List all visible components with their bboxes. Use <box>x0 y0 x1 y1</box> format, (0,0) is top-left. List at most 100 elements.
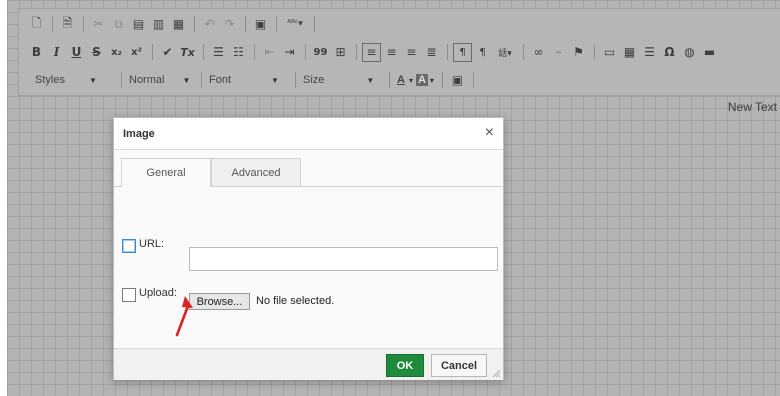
dialog-title: Image <box>123 127 155 140</box>
bold-button[interactable]: B <box>27 43 46 62</box>
red-arrow-annotation <box>175 296 193 337</box>
toolbar-separator <box>52 16 53 32</box>
left-margin <box>0 0 7 396</box>
justify-icon[interactable]: ≣ <box>422 43 441 62</box>
create-div-icon[interactable]: ⊞ <box>331 43 350 62</box>
redo-icon[interactable]: ↷ <box>220 15 239 34</box>
ok-button[interactable]: OK <box>386 354 424 377</box>
maximize-icon[interactable]: ▣ <box>448 71 467 90</box>
find-replace-icon[interactable]: ▣ <box>251 15 270 34</box>
upload-checkbox[interactable] <box>122 288 136 302</box>
editor-content-text: New Text <box>727 100 777 114</box>
horizontal-line-icon[interactable]: ☰ <box>640 43 659 62</box>
bg-color-button[interactable]: A ▾ <box>415 70 434 90</box>
toolbar-separator <box>194 16 195 32</box>
chevron-down-icon: ▾ <box>429 75 434 85</box>
outdent-icon[interactable]: ⇤ <box>260 43 279 62</box>
remove-format-button[interactable]: Tx <box>178 43 197 62</box>
toolbar-separator <box>356 44 357 60</box>
toolbar-separator <box>389 72 390 88</box>
copy-icon[interactable]: ⧉ <box>109 15 128 34</box>
cut-icon[interactable]: ✂ <box>89 15 108 34</box>
special-char-button[interactable]: Ω <box>660 43 679 62</box>
numbered-list-icon[interactable]: ☰ <box>209 43 228 62</box>
toolbar-separator <box>203 44 204 60</box>
toolbar-separator <box>121 72 122 88</box>
styles-dropdown[interactable]: Styles ▼ <box>33 70 113 90</box>
chevron-down-icon: ▾ <box>408 75 413 85</box>
resize-grip-icon[interactable] <box>491 368 501 378</box>
url-checkbox[interactable] <box>122 239 136 253</box>
superscript-button[interactable]: x² <box>127 43 146 62</box>
file-status-text: No file selected. <box>256 295 335 307</box>
dialog-footer: OK Cancel <box>114 348 503 380</box>
browse-button[interactable]: Browse... <box>189 293 250 310</box>
templates-icon[interactable]: 🗎 <box>58 15 77 34</box>
strikethrough-button[interactable]: S <box>87 43 106 62</box>
chevron-down-icon: ▼ <box>271 75 279 85</box>
toolbar-separator <box>83 16 84 32</box>
subscript-button[interactable]: x₂ <box>107 43 126 62</box>
image-dialog: Image × General Advanced URL: Upload: Br… <box>113 117 504 380</box>
bulleted-list-icon[interactable]: ☷ <box>229 43 248 62</box>
toolbar-separator <box>447 44 448 60</box>
dialog-body: General Advanced URL: Upload: Browse... … <box>114 150 503 348</box>
dialog-title-bar: Image × <box>114 118 503 150</box>
editor-toolbar: 🗋 🗎 ✂ ⧉ ▤ ▥ ▦ ↶ ↷ ▣ ᴬᴮᶜ▾ B I U S x₂ x² ✔… <box>18 8 780 96</box>
chevron-down-icon: ▼ <box>366 75 375 85</box>
format-dropdown[interactable]: Normal ▼ <box>127 70 193 90</box>
url-input[interactable] <box>189 247 498 271</box>
align-center-icon[interactable]: ≡ <box>382 43 401 62</box>
paste-text-icon[interactable]: ▥ <box>149 15 168 34</box>
text-rtl-icon[interactable]: ¶ <box>473 43 492 62</box>
align-left-icon[interactable]: ≡ <box>362 42 381 62</box>
toolbar-row-1: 🗋 🗎 ✂ ⧉ ▤ ▥ ▦ ↶ ↷ ▣ ᴬᴮᶜ▾ <box>27 13 320 35</box>
undo-icon[interactable]: ↶ <box>200 15 219 34</box>
toolbar-row-3: Styles ▼ Normal ▼ Font ▼ Size ▼ A ▾ A ▾ … <box>27 69 479 91</box>
table-icon[interactable]: ▦ <box>620 43 639 62</box>
toolbar-separator <box>594 44 595 60</box>
paste-word-icon[interactable]: ▦ <box>169 15 188 34</box>
iframe-globe-icon[interactable]: ◍ <box>680 43 699 62</box>
toolbar-separator <box>245 16 246 32</box>
language-icon[interactable]: 話▾ <box>493 43 517 62</box>
chevron-down-icon: ▼ <box>182 75 191 85</box>
toolbar-separator <box>152 44 153 60</box>
cancel-button[interactable]: Cancel <box>431 354 487 377</box>
toolbar-separator <box>523 44 524 60</box>
media-icon[interactable]: ▬ <box>700 43 719 62</box>
copy-format-icon[interactable]: ✔ <box>158 43 177 62</box>
toolbar-separator <box>441 72 443 88</box>
tab-general[interactable]: General <box>121 158 211 187</box>
tab-advanced[interactable]: Advanced <box>211 158 301 186</box>
toolbar-separator <box>201 72 202 88</box>
italic-button[interactable]: I <box>47 43 66 62</box>
paste-icon[interactable]: ▤ <box>129 15 148 34</box>
indent-icon[interactable]: ⇥ <box>280 43 299 62</box>
image-icon[interactable]: ▭ <box>600 43 619 62</box>
url-label: URL: <box>139 238 165 250</box>
toolbar-separator <box>305 44 306 60</box>
text-color-button[interactable]: A ▾ <box>395 70 413 90</box>
chevron-down-icon: ▼ <box>88 75 97 85</box>
new-document-icon[interactable]: 🗋 <box>27 15 46 34</box>
size-dropdown-label: Size <box>303 74 325 86</box>
dialog-tabs: General Advanced <box>121 158 301 187</box>
unlink-icon[interactable]: ⌁ <box>549 43 568 62</box>
toolbar-row-2: B I U S x₂ x² ✔ Tx ☰ ☷ ⇤ ⇥ 99 ⊞ ≡ ≡ ≡ ≣ … <box>27 41 720 63</box>
toolbar-separator <box>254 44 255 60</box>
text-color-label: A <box>397 74 405 86</box>
underline-button[interactable]: U <box>67 43 86 62</box>
link-icon[interactable]: ∞ <box>529 43 548 62</box>
size-dropdown[interactable]: Size ▼ <box>301 70 381 90</box>
text-ltr-icon[interactable]: ¶ <box>453 42 472 62</box>
styles-dropdown-label: Styles <box>35 74 65 86</box>
font-dropdown-label: Font <box>209 74 232 86</box>
blockquote-button[interactable]: 99 <box>311 43 330 62</box>
spellcheck-icon[interactable]: ᴬᴮᶜ▾ <box>282 15 308 34</box>
anchor-flag-icon[interactable]: ⚑ <box>569 43 588 62</box>
close-icon[interactable]: × <box>485 125 494 141</box>
toolbar-separator <box>314 16 315 32</box>
font-dropdown[interactable]: Font ▼ <box>207 70 287 90</box>
align-right-icon[interactable]: ≡ <box>402 43 421 62</box>
